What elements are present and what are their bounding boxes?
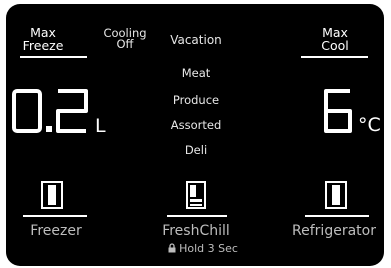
refrigerator-door-icon[interactable] — [324, 180, 348, 210]
refrigerator-button-label[interactable]: Refrigerator — [284, 223, 384, 239]
refrigerator-unit: °C — [358, 114, 381, 136]
cooling-off-label-line2: Off — [116, 37, 134, 51]
hold-text: Hold 3 Sec — [179, 242, 238, 255]
freshchill-hold-hint: Hold 3 Sec — [153, 242, 253, 255]
freezer-button-label[interactable]: Freezer — [16, 223, 96, 239]
max-cool-underline — [301, 56, 368, 58]
freshchill-drawer-icon[interactable] — [185, 180, 207, 210]
max-cool-label-line2: Cool — [321, 38, 349, 53]
freezer-underline — [23, 215, 87, 217]
max-freeze-underline — [20, 56, 87, 58]
mode-deli[interactable]: Deli — [146, 143, 246, 157]
max-freeze-label-line2: Freeze — [22, 38, 64, 53]
vacation-button[interactable]: Vacation — [161, 33, 231, 47]
max-cool-button[interactable]: Max Cool — [312, 26, 358, 52]
refrigerator-temperature-display: 6 — [320, 88, 356, 136]
freshchill-underline — [167, 215, 227, 217]
refrigerator-underline — [305, 215, 369, 217]
freezer-door-icon[interactable] — [40, 180, 64, 210]
lock-icon — [168, 243, 176, 253]
mode-meat[interactable]: Meat — [146, 66, 246, 80]
max-freeze-button[interactable]: Max Freeze — [20, 26, 66, 52]
freshchill-button-label[interactable]: FreshChill — [146, 223, 246, 239]
control-panel: Max Freeze Cooling Off Vacation Max Cool… — [6, 4, 384, 266]
mode-assorted[interactable]: Assorted — [146, 118, 246, 132]
cooling-off-button[interactable]: Cooling Off — [101, 27, 149, 51]
mode-produce[interactable]: Produce — [146, 93, 246, 107]
freezer-unit: L — [95, 115, 106, 137]
